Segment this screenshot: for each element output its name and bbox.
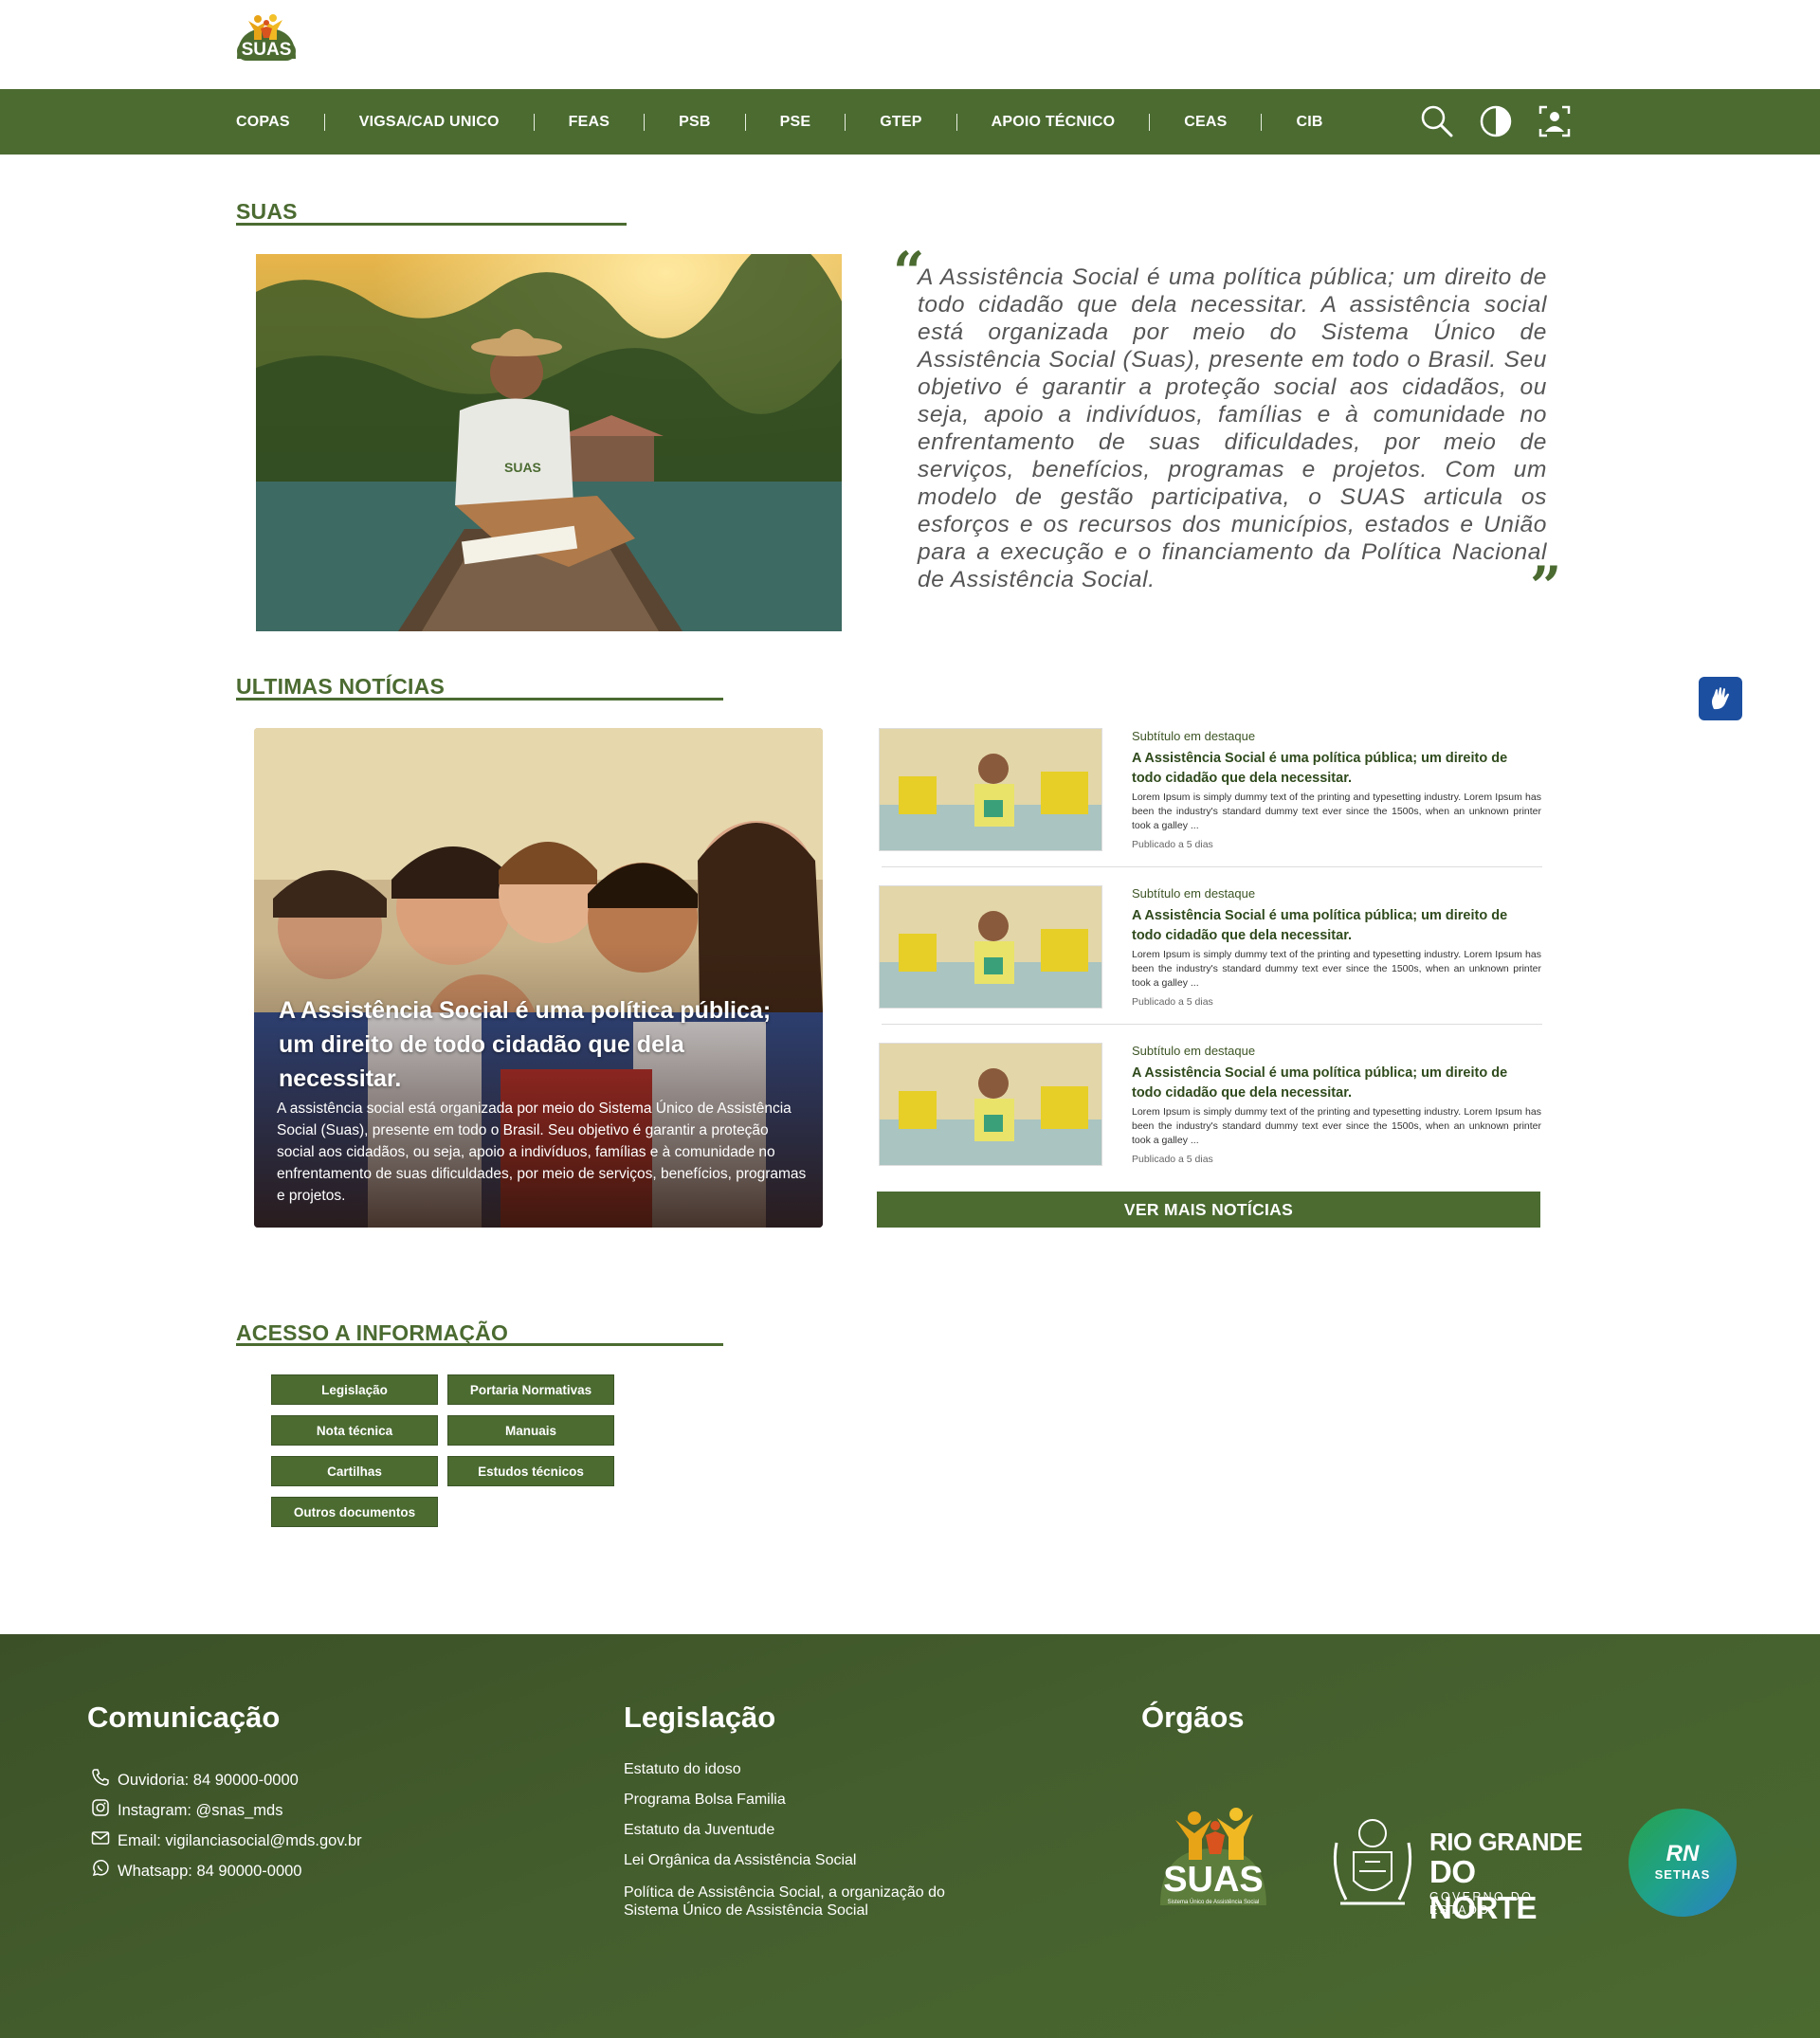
footer-leg-link[interactable]: Estatuto da Juventude	[624, 1821, 774, 1839]
news-divider	[882, 866, 1542, 867]
footer-suas-logo-text: SUAS	[1163, 1860, 1264, 1900]
nav-tools	[1418, 102, 1574, 140]
footer-communication-title: Comunicação	[87, 1701, 281, 1734]
footer-leg-link[interactable]: Política de Assistência Social, a organi…	[624, 1883, 984, 1920]
access-section-title: ACESSO A INFORMAÇÃO	[236, 1320, 509, 1345]
footer-suas-logo[interactable]: SUAS Sistema Único de Assistência Social	[1158, 1801, 1268, 1907]
footer-leg-link[interactable]: Programa Bolsa Familia	[624, 1791, 786, 1809]
quote-close-mark: ”	[1530, 555, 1562, 619]
outros-documentos-button[interactable]: Outros documentos	[271, 1497, 438, 1527]
footer-legislation-title: Legislação	[624, 1701, 776, 1734]
access-title-underline	[236, 1343, 723, 1346]
news-divider	[882, 1024, 1542, 1025]
rn-line3: GOVERNO DO ESTADO	[1429, 1890, 1534, 1917]
news-thumbnail[interactable]	[879, 728, 1102, 851]
news-list-item[interactable]: Subtítulo em destaque A Assistência Soci…	[877, 885, 1542, 1028]
nav-item-cib[interactable]: CIB	[1296, 114, 1322, 131]
sethas-line2: SETHAS	[1654, 1867, 1711, 1882]
news-subtitle: Subtítulo em destaque	[1132, 729, 1256, 743]
footer-rn-government-logo[interactable]: RIO GRANDE DO NORTE GOVERNO DO ESTADO	[1327, 1814, 1585, 1925]
suas-title-underline	[236, 223, 627, 226]
news-thumbnail[interactable]	[879, 1043, 1102, 1166]
main-navbar: COPAS VIGSA/CAD UNICO FEAS PSB PSE GTEP …	[0, 89, 1820, 155]
footer-instagram[interactable]: Instagram: @snas_mds	[91, 1798, 282, 1822]
nav-separator	[744, 113, 746, 131]
footer-whatsapp-text: Whatsapp: 84 90000-0000	[118, 1862, 302, 1880]
news-date: Publicado a 5 dias	[1132, 996, 1213, 1008]
suas-logo[interactable]: SUAS	[235, 11, 298, 64]
footer-leg-link[interactable]: Estatuto do idoso	[624, 1760, 741, 1778]
cartilhas-button[interactable]: Cartilhas	[271, 1456, 438, 1486]
rn-coat-of-arms-icon	[1327, 1814, 1418, 1909]
nav-separator	[533, 113, 535, 131]
news-list-item[interactable]: Subtítulo em destaque A Assistência Soci…	[877, 728, 1542, 870]
footer-whatsapp[interactable]: Whatsapp: 84 90000-0000	[91, 1859, 301, 1883]
news-title[interactable]: A Assistência Social é uma política públ…	[1132, 749, 1520, 789]
featured-news-description: A assistência social está organizada por…	[277, 1101, 807, 1204]
nav-item-gtep[interactable]: GTEP	[880, 114, 921, 131]
nota-tecnica-button[interactable]: Nota técnica	[271, 1415, 438, 1446]
manuais-button[interactable]: Manuais	[447, 1415, 614, 1446]
footer-email-text: Email: vigilanciasocial@mds.gov.br	[118, 1831, 362, 1849]
rn-line1: RIO GRANDE	[1429, 1828, 1583, 1856]
news-title[interactable]: A Assistência Social é uma política públ…	[1132, 1064, 1520, 1103]
footer-ouvidoria-text: Ouvidoria: 84 90000-0000	[118, 1771, 299, 1789]
nav-item-apoio-tecnico[interactable]: APOIO TÉCNICO	[992, 114, 1116, 131]
footer-suas-caption: Sistema Único de Assistência Social	[1167, 1900, 1260, 1905]
whatsapp-icon	[91, 1859, 110, 1883]
logo-bar: SUAS	[0, 0, 1820, 89]
instagram-icon	[91, 1798, 110, 1822]
news-thumbnail[interactable]	[879, 885, 1102, 1009]
footer-organs-title: Órgãos	[1141, 1701, 1245, 1734]
svg-text:SUAS: SUAS	[504, 460, 541, 475]
news-date: Publicado a 5 dias	[1132, 1154, 1213, 1165]
footer-leg-link[interactable]: Lei Orgânica da Assistência Social	[624, 1851, 856, 1869]
accessibility-icon[interactable]	[1536, 102, 1574, 140]
mail-icon	[91, 1829, 110, 1852]
nav-separator	[644, 113, 646, 131]
search-icon[interactable]	[1418, 102, 1456, 140]
phone-icon	[91, 1768, 110, 1792]
news-subtitle: Subtítulo em destaque	[1132, 1044, 1256, 1058]
news-description: Lorem Ipsum is simply dummy text of the …	[1132, 949, 1541, 989]
news-description: Lorem Ipsum is simply dummy text of the …	[1132, 792, 1541, 831]
portaria-normativas-button[interactable]: Portaria Normativas	[447, 1374, 614, 1405]
nav-list: COPAS VIGSA/CAD UNICO FEAS PSB PSE GTEP …	[236, 89, 1323, 155]
nav-separator	[1261, 113, 1263, 131]
footer-email[interactable]: Email: vigilanciasocial@mds.gov.br	[91, 1829, 362, 1852]
nav-item-psb[interactable]: PSB	[679, 114, 711, 131]
nav-item-ceas[interactable]: CEAS	[1184, 114, 1227, 131]
contrast-icon[interactable]	[1477, 102, 1515, 140]
nav-separator	[1149, 113, 1151, 131]
legislacao-button[interactable]: Legislação	[271, 1374, 438, 1405]
footer-ouvidoria[interactable]: Ouvidoria: 84 90000-0000	[91, 1768, 299, 1792]
hero-photo-fisherman: SUAS	[256, 254, 842, 631]
featured-news-title[interactable]: A Assistência Social é uma política públ…	[279, 993, 772, 1096]
news-description: Lorem Ipsum is simply dummy text of the …	[1132, 1106, 1541, 1146]
news-date: Publicado a 5 dias	[1132, 839, 1213, 850]
news-list-item[interactable]: Subtítulo em destaque A Assistência Soci…	[877, 1043, 1542, 1185]
news-title[interactable]: A Assistência Social é uma política públ…	[1132, 906, 1520, 946]
news-section-title: ULTIMAS NOTÍCIAS	[236, 674, 445, 699]
news-title-underline	[236, 698, 723, 701]
nav-item-vigsa[interactable]: VIGSA/CAD UNICO	[359, 114, 500, 131]
logo-text: SUAS	[241, 40, 292, 60]
suas-section-title: SUAS	[236, 199, 298, 224]
estudos-tecnicos-button[interactable]: Estudos técnicos	[447, 1456, 614, 1486]
news-subtitle: Subtítulo em destaque	[1132, 886, 1256, 901]
featured-news-card[interactable]: A Assistência Social é uma política públ…	[254, 728, 823, 1228]
footer-sethas-logo[interactable]: RN SETHAS	[1629, 1809, 1737, 1917]
nav-item-pse[interactable]: PSE	[780, 114, 811, 131]
vlibras-hand-icon[interactable]	[1699, 677, 1742, 720]
footer-instagram-text: Instagram: @snas_mds	[118, 1801, 283, 1819]
nav-separator	[956, 113, 957, 131]
more-news-button[interactable]: VER MAIS NOTÍCIAS	[877, 1192, 1540, 1228]
nav-item-feas[interactable]: FEAS	[569, 114, 610, 131]
nav-separator	[845, 113, 846, 131]
sethas-line1: RN	[1665, 1841, 1700, 1866]
suas-quote: A Assistência Social é uma política públ…	[918, 264, 1547, 592]
footer: Comunicação Ouvidoria: 84 90000-0000 Ins…	[0, 1634, 1820, 2038]
nav-item-copas[interactable]: COPAS	[236, 114, 290, 131]
nav-separator	[323, 113, 325, 131]
